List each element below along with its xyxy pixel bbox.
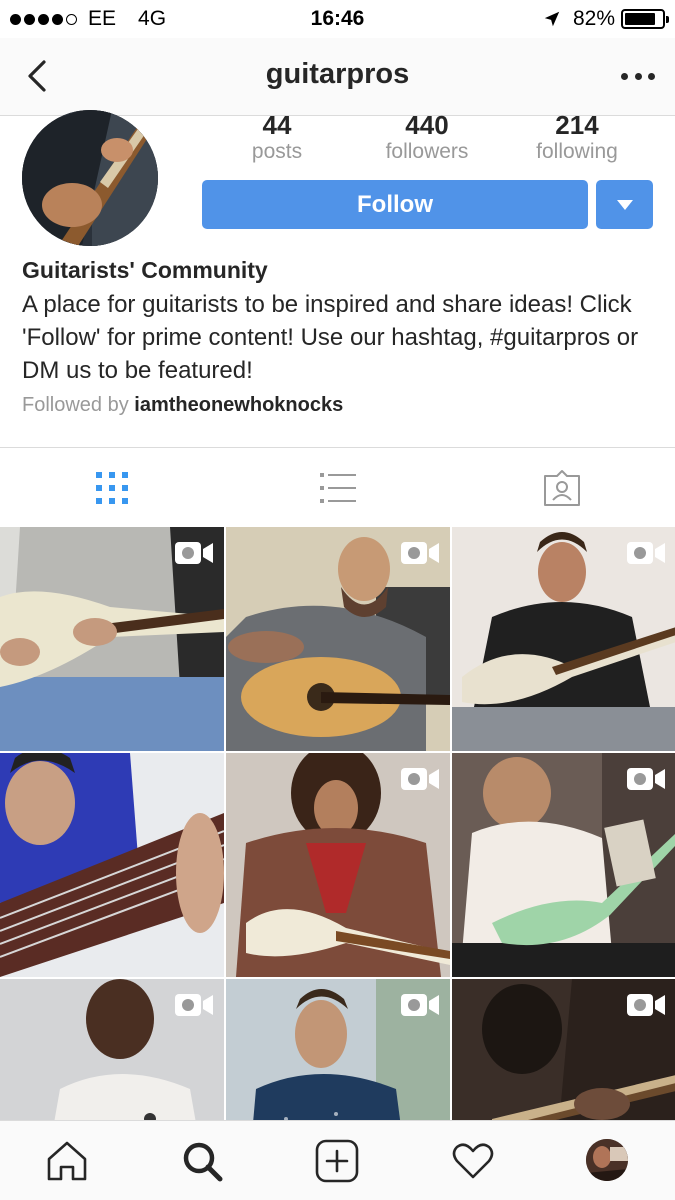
profile-bio: A place for guitarists to be inspired an… — [22, 291, 639, 384]
stat-following[interactable]: 214 following — [502, 110, 652, 164]
follow-button[interactable]: Follow — [202, 180, 588, 229]
post-tile-6[interactable] — [452, 753, 675, 977]
tab-home[interactable] — [45, 1139, 89, 1183]
post-tile-8[interactable] — [226, 979, 450, 1122]
followed-by-user-link[interactable]: iamtheonewhoknocks — [134, 394, 343, 416]
more-options-button[interactable] — [621, 64, 655, 88]
battery-icon — [621, 9, 669, 29]
profile-avatar-icon — [586, 1139, 628, 1181]
posts-grid — [0, 527, 675, 1122]
list-icon — [320, 473, 356, 503]
battery-percent: 82% — [572, 7, 615, 30]
following-count: 214 — [555, 110, 599, 140]
post-tile-9[interactable] — [452, 979, 675, 1122]
tab-grid-view[interactable] — [92, 468, 132, 508]
tab-search[interactable] — [180, 1139, 224, 1183]
search-icon — [183, 1142, 223, 1182]
profile-username-title: guitarpros — [265, 58, 410, 90]
tagged-photos-icon — [544, 470, 580, 506]
followed-by: Followed by iamtheonewhoknocks — [22, 394, 343, 417]
status-bar: EE 4G 16:46 82% — [0, 0, 675, 38]
location-arrow-icon — [544, 11, 560, 27]
post-thumbnail — [0, 753, 224, 977]
following-label: following — [536, 140, 618, 163]
home-icon — [47, 1141, 87, 1181]
post-tile-4[interactable] — [0, 753, 224, 977]
video-icon — [627, 768, 665, 790]
video-icon — [627, 994, 665, 1016]
grid-icon — [96, 472, 128, 504]
video-icon — [401, 768, 439, 790]
post-tile-5[interactable] — [226, 753, 450, 977]
followed-by-prefix: Followed by — [22, 394, 129, 416]
avatar-photo — [22, 110, 158, 246]
tab-new-post[interactable] — [315, 1139, 359, 1183]
followers-count: 440 — [405, 110, 449, 140]
video-icon — [627, 542, 665, 564]
stat-followers[interactable]: 440 followers — [352, 110, 502, 164]
video-icon — [175, 994, 213, 1016]
profile-view-tabs — [0, 447, 675, 527]
posts-count: 44 — [262, 110, 292, 140]
status-right: 82% — [543, 7, 669, 31]
profile-stats: 44 posts 440 followers 214 following — [200, 110, 660, 170]
suggested-accounts-dropdown-button[interactable] — [596, 180, 653, 229]
video-icon — [175, 542, 213, 564]
video-icon — [401, 542, 439, 564]
more-dots-icon — [621, 72, 628, 80]
stat-posts[interactable]: 44 posts — [202, 110, 352, 164]
profile-avatar[interactable] — [22, 110, 158, 246]
followers-label: followers — [385, 140, 469, 163]
video-icon — [401, 994, 439, 1016]
battery-level — [625, 13, 655, 25]
tab-list-view[interactable] — [318, 468, 358, 508]
post-tile-7[interactable] — [0, 979, 224, 1122]
post-tile-2[interactable] — [226, 527, 450, 751]
tab-activity[interactable] — [451, 1139, 495, 1183]
post-tile-1[interactable] — [0, 527, 224, 751]
add-post-icon — [315, 1139, 359, 1183]
profile-display-name: Guitarists' Community — [22, 257, 268, 283]
nav-bar: guitarpros — [0, 38, 675, 116]
heart-icon — [452, 1143, 494, 1179]
posts-label: posts — [251, 140, 303, 163]
tab-tagged-photos[interactable] — [542, 468, 582, 508]
bottom-tab-bar — [0, 1120, 675, 1200]
post-tile-3[interactable] — [452, 527, 675, 751]
triangle-down-icon — [616, 199, 633, 210]
tab-profile-avatar[interactable] — [586, 1139, 628, 1181]
